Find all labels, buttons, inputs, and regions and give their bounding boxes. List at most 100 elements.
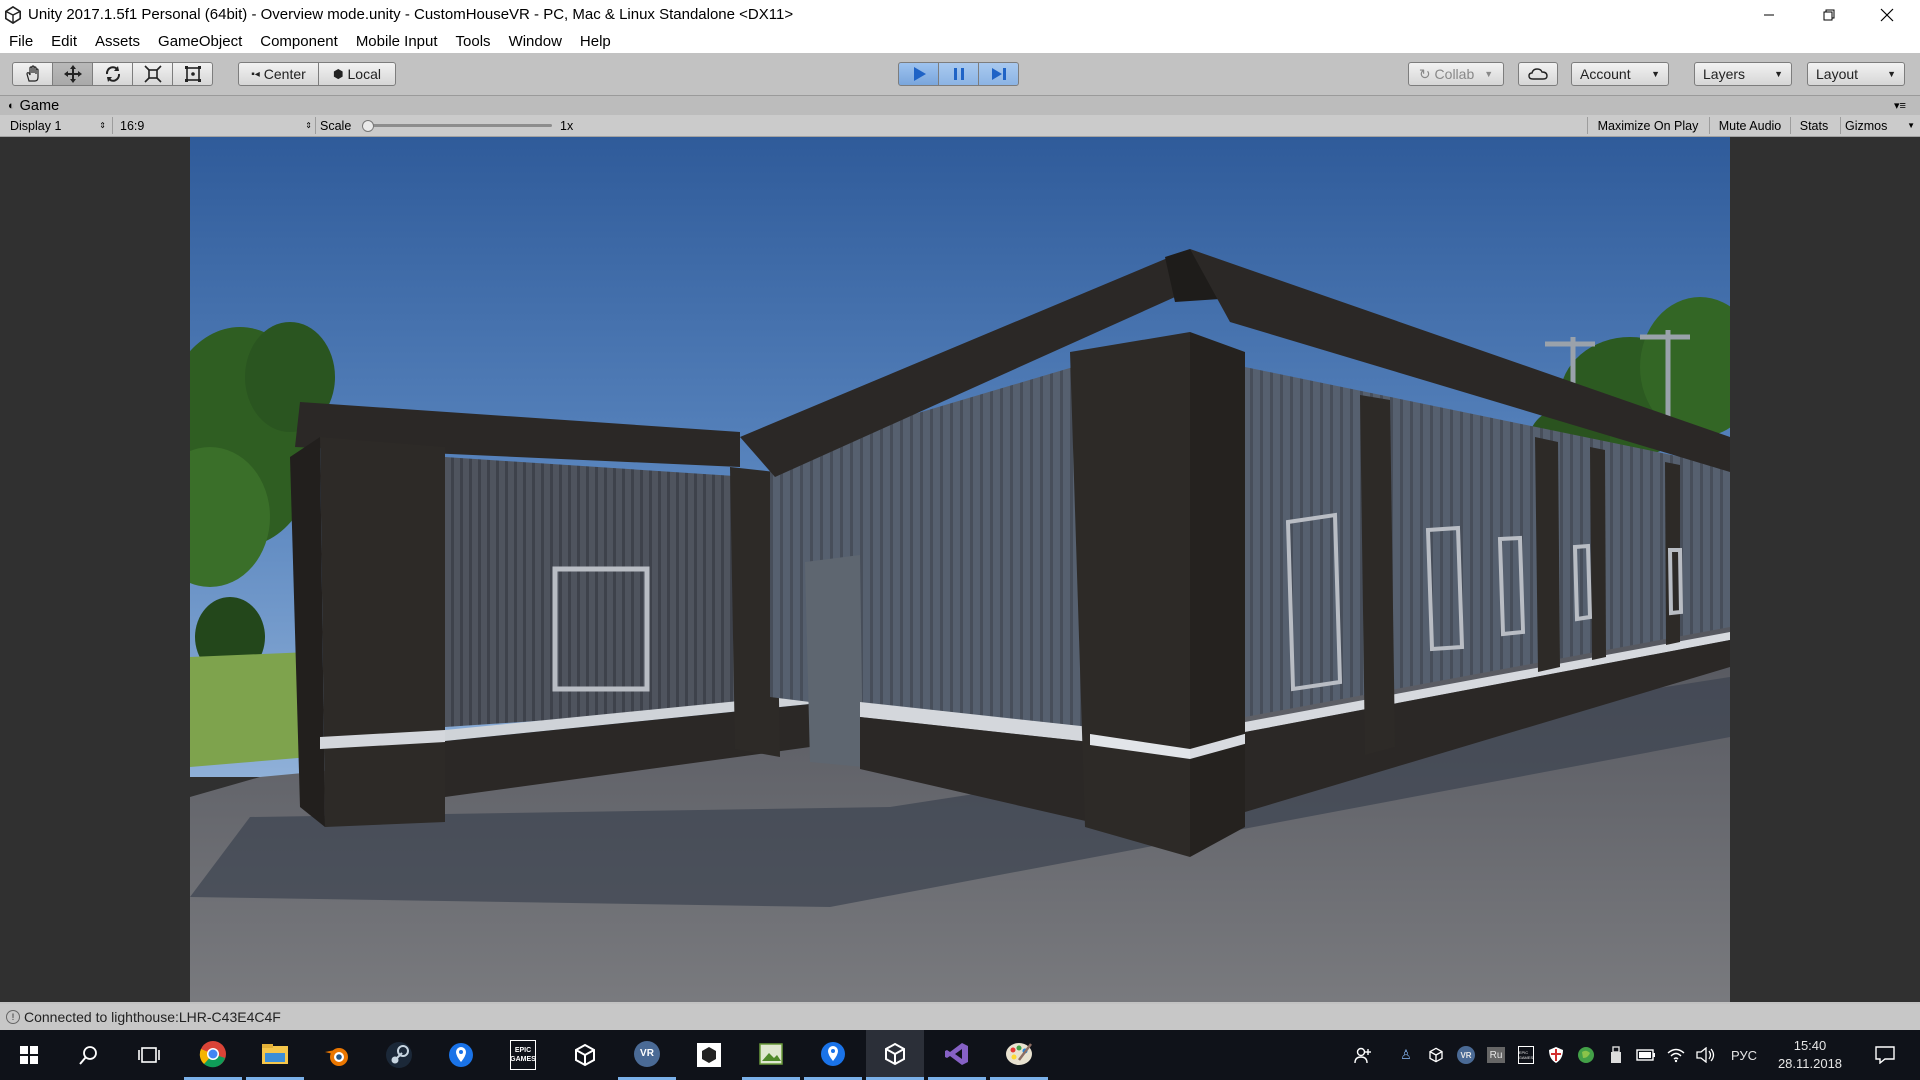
door: [805, 555, 863, 767]
restore-button[interactable]: [1800, 0, 1858, 29]
pause-button[interactable]: [938, 62, 979, 86]
taskbar-paint[interactable]: [990, 1030, 1048, 1080]
unity-icon: [575, 1043, 595, 1067]
scale-tool-button[interactable]: [132, 62, 173, 86]
status-bar: ! Connected to lighthouse:LHR-C43E4C4F: [0, 1004, 1920, 1030]
taskbar-unity-hub[interactable]: [680, 1030, 738, 1080]
divider: [1587, 117, 1588, 134]
tab-menu-icon[interactable]: ▾≡: [1894, 99, 1906, 112]
vr-icon: VR: [1457, 1046, 1475, 1064]
chevron-down-icon: ▼: [1484, 69, 1494, 79]
close-button[interactable]: [1858, 0, 1916, 29]
scale-icon: [143, 65, 162, 83]
minimize-icon: [1764, 14, 1774, 15]
scale-value: 1x: [560, 118, 574, 133]
clock-time: 15:40: [1793, 1038, 1827, 1053]
window-title: Unity 2017.1.5f1 Personal (64bit) - Over…: [28, 6, 794, 23]
tray-wifi[interactable]: [1664, 1030, 1688, 1080]
taskbar-visual-studio[interactable]: [928, 1030, 986, 1080]
wifi-icon: [1667, 1048, 1685, 1063]
tray-language-ru[interactable]: Ru: [1484, 1030, 1508, 1080]
menu-window[interactable]: Window: [500, 33, 571, 50]
people-tray[interactable]: [1350, 1030, 1376, 1080]
maps-icon: [821, 1041, 845, 1066]
tray-vr-status[interactable]: ♙: [1394, 1030, 1418, 1080]
tray-epic[interactable]: EPIC GAMES: [1514, 1030, 1538, 1080]
rotate-icon: [105, 66, 120, 82]
cloud-services-button[interactable]: [1518, 62, 1558, 86]
move-tool-button[interactable]: [52, 62, 93, 86]
tray-security[interactable]: [1544, 1030, 1568, 1080]
taskbar-maps[interactable]: [432, 1030, 490, 1080]
tray-battery[interactable]: [1634, 1030, 1658, 1080]
tray-clock[interactable]: 15:40 28.11.2018: [1770, 1030, 1850, 1080]
gizmos-dropdown[interactable]: Gizmos ▼: [1845, 115, 1915, 136]
updown-icon: ⇕: [99, 121, 106, 130]
menu-edit[interactable]: Edit: [42, 33, 86, 50]
taskbar-search-button[interactable]: [60, 1030, 118, 1080]
tray-unity[interactable]: [1424, 1030, 1448, 1080]
menu-mobile-input[interactable]: Mobile Input: [347, 33, 447, 50]
keyboard-lang-icon: Ru: [1487, 1047, 1505, 1063]
rect-tool-button[interactable]: [172, 62, 213, 86]
epic-games-icon: EPIC GAMES: [1518, 1046, 1534, 1064]
taskbar-maps-2[interactable]: [804, 1030, 862, 1080]
visual-studio-icon: [945, 1042, 968, 1065]
taskbar-unity-1[interactable]: [556, 1030, 614, 1080]
taskbar-blender[interactable]: [308, 1030, 366, 1080]
start-button[interactable]: [0, 1030, 58, 1080]
hand-tool-button[interactable]: [12, 62, 53, 86]
menu-help[interactable]: Help: [571, 33, 620, 50]
space-local-toggle[interactable]: ⬢ Local: [318, 62, 396, 86]
taskbar-steam[interactable]: [370, 1030, 428, 1080]
menu-assets[interactable]: Assets: [86, 33, 149, 50]
display-dropdown[interactable]: Display 1 ⇕: [10, 115, 106, 136]
tab-game-label: Game: [19, 98, 60, 114]
title-bar: Unity 2017.1.5f1 Personal (64bit) - Over…: [0, 0, 1920, 29]
step-button[interactable]: [978, 62, 1019, 86]
taskbar-unity-2[interactable]: [866, 1030, 924, 1080]
minimize-button[interactable]: [1740, 0, 1798, 29]
menu-file[interactable]: File: [0, 33, 42, 50]
scale-slider-thumb[interactable]: [362, 120, 374, 132]
tray-input-language[interactable]: РУС: [1726, 1030, 1762, 1080]
aspect-dropdown[interactable]: 16:9 ⇕: [120, 115, 312, 136]
divider: [112, 117, 113, 134]
taskbar-epic-games[interactable]: EPIC GAMES: [494, 1030, 552, 1080]
action-center-button[interactable]: [1860, 1030, 1910, 1080]
menu-tools[interactable]: Tools: [447, 33, 500, 50]
task-view-button[interactable]: [120, 1030, 178, 1080]
taskbar-vr[interactable]: VR: [618, 1030, 676, 1080]
tray-volume[interactable]: [1694, 1030, 1718, 1080]
close-icon: [1880, 8, 1894, 21]
tray-green-app[interactable]: [1574, 1030, 1598, 1080]
collab-sync-icon: ↻: [1418, 65, 1431, 82]
layout-dropdown[interactable]: Layout ▼: [1807, 62, 1905, 86]
menu-component[interactable]: Component: [251, 33, 347, 50]
game-pacman-icon: ◐: [8, 100, 15, 112]
tray-usb[interactable]: [1604, 1030, 1628, 1080]
taskbar-image-editor[interactable]: [742, 1030, 800, 1080]
stats-toggle[interactable]: Stats: [1794, 115, 1834, 136]
taskbar-chrome[interactable]: [184, 1030, 242, 1080]
taskbar-file-explorer[interactable]: [246, 1030, 304, 1080]
play-button[interactable]: [898, 62, 939, 86]
scale-slider[interactable]: [362, 115, 554, 136]
collab-dropdown[interactable]: ↻ Collab ▼: [1408, 62, 1504, 86]
windows-start-icon: [20, 1046, 38, 1064]
unity-icon: [1429, 1047, 1443, 1063]
tab-game[interactable]: ◐ Game: [8, 97, 59, 115]
rotate-tool-button[interactable]: [92, 62, 133, 86]
mute-audio-toggle[interactable]: Mute Audio: [1713, 115, 1787, 136]
status-message[interactable]: Connected to lighthouse:LHR-C43E4C4F: [24, 1009, 281, 1025]
maximize-on-play-toggle[interactable]: Maximize On Play: [1591, 115, 1705, 136]
layers-dropdown[interactable]: Layers ▼: [1694, 62, 1792, 86]
left-corner-pillar: [320, 437, 445, 827]
account-dropdown[interactable]: Account ▼: [1571, 62, 1669, 86]
pivot-center-toggle[interactable]: ▪◂ Center: [238, 62, 319, 86]
rect-transform-icon: [184, 66, 201, 82]
speaker-icon: [1696, 1047, 1715, 1063]
menu-gameobject[interactable]: GameObject: [149, 33, 251, 50]
game-render-view[interactable]: [190, 137, 1730, 1002]
tray-vr[interactable]: VR: [1454, 1030, 1478, 1080]
